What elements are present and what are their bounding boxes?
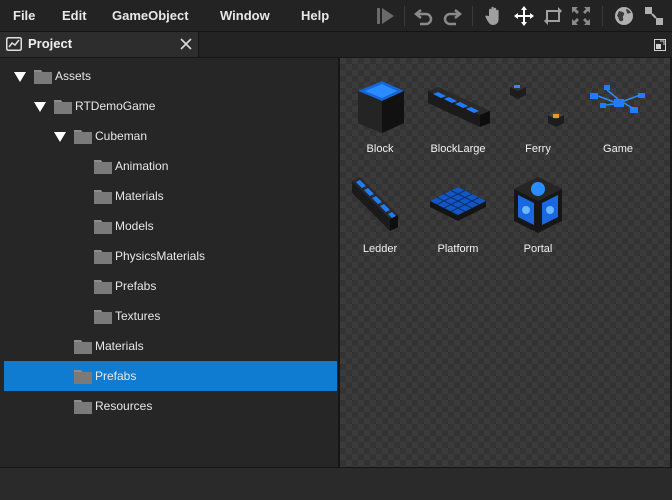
folder-icon [94, 308, 112, 324]
tree-item[interactable]: Resources [4, 391, 337, 421]
portal-prefab-icon [504, 171, 572, 239]
menu-edit[interactable]: Edit [62, 0, 87, 32]
close-icon[interactable] [178, 36, 194, 52]
tree-item[interactable]: Cubeman [4, 121, 337, 151]
folder-icon [74, 338, 92, 354]
tree-item-label: PhysicsMaterials [115, 249, 206, 263]
tree-item-label: Resources [95, 399, 153, 413]
platform-prefab-icon [424, 171, 492, 239]
redo-icon[interactable] [440, 4, 464, 28]
asset-label: BlockLarge [430, 143, 486, 155]
scale-icon[interactable] [569, 4, 593, 28]
maximize-icon[interactable] [654, 38, 666, 51]
folder-icon [74, 368, 92, 384]
pivot-icon[interactable] [642, 4, 666, 28]
globe-icon[interactable] [612, 4, 636, 28]
block-prefab-icon [346, 71, 414, 139]
folder-icon [74, 398, 92, 414]
expand-arrow-icon[interactable] [14, 72, 26, 82]
tree-item-label: Prefabs [95, 369, 137, 383]
asset-item[interactable]: Portal [498, 165, 578, 265]
folder-tree: Assets RTDemoGame Cubeman Animation Material… [0, 57, 338, 467]
tree-item[interactable]: Assets [4, 61, 337, 91]
project-tab[interactable]: Project [0, 32, 199, 57]
tree-item[interactable]: Materials [4, 181, 337, 211]
tree-item[interactable]: PhysicsMaterials [4, 241, 337, 271]
hand-icon[interactable] [482, 4, 506, 28]
tree-item-label: Textures [115, 309, 161, 323]
panel-header: Project [0, 32, 672, 57]
folder-icon [94, 188, 112, 204]
game-prefab-icon [584, 71, 652, 139]
project-icon [6, 37, 22, 51]
menu-help[interactable]: Help [301, 0, 329, 32]
folder-icon [94, 248, 112, 264]
rotate-icon[interactable] [541, 4, 565, 28]
folder-icon [94, 278, 112, 294]
tree-item[interactable]: Materials [4, 331, 337, 361]
toolbar-separator [404, 6, 405, 26]
move-icon[interactable] [512, 4, 536, 28]
panel-title: Project [28, 36, 73, 51]
asset-label: Ferry [525, 143, 551, 155]
tree-item-label: Materials [95, 339, 144, 353]
asset-item[interactable]: Game [578, 65, 658, 165]
tree-item-label: Assets [55, 69, 92, 83]
asset-label: Portal [523, 243, 553, 255]
tree-item[interactable]: Models [4, 211, 337, 241]
toolbar-separator [472, 6, 473, 26]
folder-icon [34, 68, 52, 84]
tree-item-label: Animation [115, 159, 169, 173]
expand-arrow-icon[interactable] [34, 102, 46, 112]
menubar: File Edit GameObject Window Help [0, 0, 672, 32]
block-large-prefab-icon [424, 71, 492, 139]
asset-label: Block [366, 143, 394, 155]
asset-label: Ledder [362, 243, 398, 255]
folder-icon [74, 128, 92, 144]
asset-label: Game [603, 143, 633, 155]
folder-icon [54, 98, 72, 114]
undo-icon[interactable] [412, 4, 436, 28]
asset-item[interactable]: BlockLarge [418, 65, 498, 165]
tree-item[interactable]: Animation [4, 151, 337, 181]
tree-item-label: RTDemoGame [75, 99, 156, 113]
asset-item[interactable]: Platform [418, 165, 498, 265]
menu-file[interactable]: File [13, 0, 35, 32]
asset-label: Platform [437, 243, 479, 255]
toolbar-separator [602, 6, 603, 26]
tree-item-label: Prefabs [115, 279, 157, 293]
ferry-prefab-icon [504, 71, 572, 139]
play-icon[interactable] [374, 4, 398, 28]
folder-icon [94, 158, 112, 174]
tree-item-label: Cubeman [95, 129, 148, 143]
tree-item-label: Materials [115, 189, 164, 203]
status-bar [0, 467, 672, 500]
tree-item[interactable]: Prefabs [4, 271, 337, 301]
ledder-prefab-icon [346, 171, 414, 239]
tree-item[interactable]: RTDemoGame [4, 91, 337, 121]
asset-grid: Block BlockLarge Ferry Game Ledder Platform Po… [340, 57, 670, 467]
asset-item[interactable]: Ledder [340, 165, 420, 265]
menu-gameobject[interactable]: GameObject [112, 0, 189, 32]
menu-window[interactable]: Window [220, 0, 270, 32]
tree-item-label: Models [115, 219, 154, 233]
asset-item[interactable]: Ferry [498, 65, 578, 165]
asset-item[interactable]: Block [340, 65, 420, 165]
expand-arrow-icon[interactable] [54, 132, 66, 142]
tree-item[interactable]: Prefabs [4, 361, 337, 391]
tree-item[interactable]: Textures [4, 301, 337, 331]
folder-icon [94, 218, 112, 234]
